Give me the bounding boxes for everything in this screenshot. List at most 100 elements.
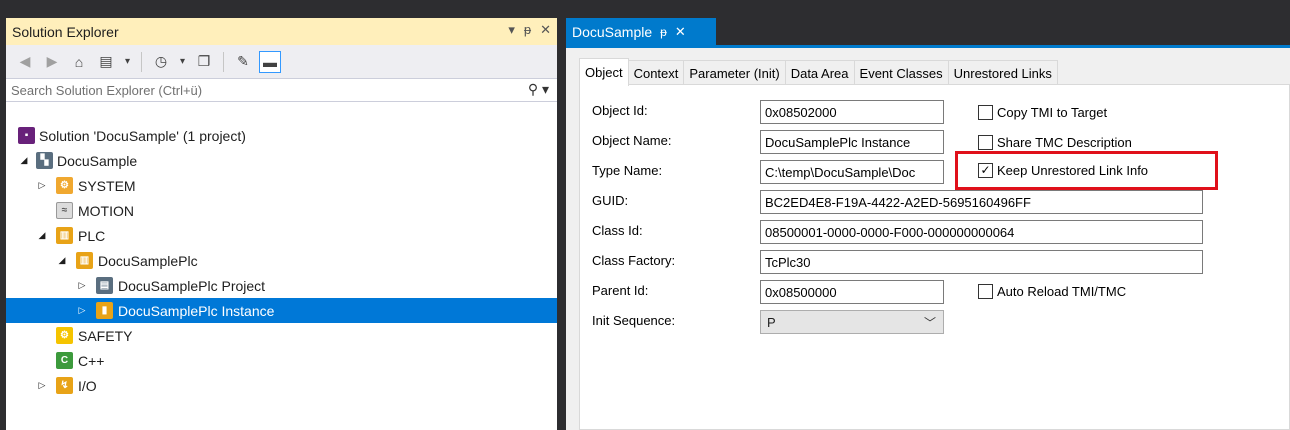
- collapsed-arrow-icon[interactable]: ▷: [76, 280, 88, 291]
- pin-icon[interactable]: ᵽ: [660, 25, 667, 39]
- tree-node-docusampleplc-instance[interactable]: ▷ ▮ DocuSamplePlc Instance: [6, 298, 557, 323]
- tree-node-docusample[interactable]: ◢ ▚ DocuSample: [6, 148, 557, 173]
- solution-explorer-toolbar: ◀ ▶ ⌂ ▤ ▾ ◷ ▾ ❐ ✎ ▬: [6, 45, 557, 78]
- checkbox-box[interactable]: [978, 284, 993, 299]
- object-properties-form: Object Id: 0x08502000 Object Name: DocuS…: [579, 84, 1290, 430]
- class-id-label: Class Id:: [592, 223, 643, 238]
- property-tabs: Object Context Parameter (Init) Data Are…: [579, 58, 1058, 86]
- tree-node-label: SYSTEM: [78, 177, 136, 194]
- toolbar-separator: [223, 51, 224, 72]
- keep-unrestored-label: Keep Unrestored Link Info: [997, 163, 1149, 178]
- guid-label: GUID:: [592, 193, 629, 208]
- search-solution-explorer-input[interactable]: Search Solution Explorer (Ctrl+ü) ⚲ ▾: [6, 78, 557, 102]
- copy-tmi-checkbox[interactable]: Copy TMI to Target: [978, 105, 1107, 120]
- safety-icon: ⚙: [56, 327, 73, 344]
- init-sequence-select[interactable]: P ﹀: [760, 310, 944, 334]
- tree-node-system[interactable]: ▷ ⚙ SYSTEM: [6, 173, 557, 198]
- properties-wrench-icon[interactable]: ✎: [232, 51, 254, 73]
- collapsed-arrow-icon[interactable]: ▷: [36, 380, 48, 391]
- tree-node-motion[interactable]: ≈ MOTION: [6, 198, 557, 223]
- guid-field[interactable]: BC2ED4E8-F19A-4422-A2ED-5695160496FF: [760, 190, 1203, 214]
- plc-subproject-icon: ▤: [96, 277, 113, 294]
- tree-node-safety[interactable]: ⚙ SAFETY: [6, 323, 557, 348]
- copy-tmi-label: Copy TMI to Target: [997, 105, 1108, 120]
- plc-instance-icon: ▮: [96, 302, 113, 319]
- close-icon[interactable]: ✕: [675, 24, 686, 40]
- plc-icon: ▥: [56, 227, 73, 244]
- chevron-down-icon[interactable]: ▾: [122, 51, 133, 73]
- tab-context[interactable]: Context: [627, 60, 685, 85]
- close-icon[interactable]: ✕: [540, 22, 551, 38]
- init-sequence-label: Init Sequence:: [592, 313, 676, 328]
- search-placeholder: Search Solution Explorer (Ctrl+ü): [11, 82, 203, 98]
- tree-node-label: DocuSamplePlc: [98, 252, 198, 269]
- tree-node-solution[interactable]: ▪ Solution 'DocuSample' (1 project): [6, 123, 557, 148]
- document-tab-strip: DocuSample ᵽ ✕: [566, 18, 1290, 45]
- expanded-arrow-icon[interactable]: ◢: [18, 155, 30, 166]
- pin-icon[interactable]: ᵽ: [524, 22, 531, 38]
- document-editor: DocuSample ᵽ ✕ Object Context Parameter …: [566, 18, 1290, 430]
- keep-unrestored-link-info-checkbox[interactable]: ✓ Keep Unrestored Link Info: [978, 163, 1148, 178]
- back-icon[interactable]: ◀: [14, 51, 36, 73]
- tab-unrestored-links[interactable]: Unrestored Links: [947, 60, 1058, 85]
- io-icon: ↯: [56, 377, 73, 394]
- home-icon[interactable]: ⌂: [68, 51, 90, 73]
- object-id-field[interactable]: 0x08502000: [760, 100, 944, 124]
- document-tab-docusample[interactable]: DocuSample ᵽ ✕: [566, 18, 716, 45]
- tree-node-label: Solution 'DocuSample' (1 project): [39, 127, 246, 144]
- solution-tree: ▪ Solution 'DocuSample' (1 project) ◢ ▚ …: [6, 102, 557, 430]
- chevron-down-icon[interactable]: ▾: [177, 51, 188, 73]
- dropdown-arrow-icon[interactable]: ▾: [508, 22, 515, 38]
- pending-changes-icon[interactable]: ◷: [150, 51, 172, 73]
- solution-explorer-title-bar: Solution Explorer ▾ ᵽ ✕: [6, 18, 557, 45]
- tree-node-label: DocuSamplePlc Project: [118, 277, 266, 294]
- motion-icon: ≈: [56, 202, 73, 219]
- tree-node-docusampleplc[interactable]: ◢ ▥ DocuSamplePlc: [6, 248, 557, 273]
- auto-reload-checkbox[interactable]: Auto Reload TMI/TMC: [978, 284, 1126, 299]
- system-gear-icon: ⚙: [56, 177, 73, 194]
- object-name-field[interactable]: DocuSamplePlc Instance: [760, 130, 944, 154]
- object-name-label: Object Name:: [592, 133, 672, 148]
- class-factory-field[interactable]: TcPlc30: [760, 250, 1203, 274]
- class-id-field[interactable]: 08500001-0000-0000-F000-000000000064: [760, 220, 1203, 244]
- parent-id-label: Parent Id:: [592, 283, 649, 298]
- expanded-arrow-icon[interactable]: ◢: [56, 255, 68, 266]
- parent-id-field[interactable]: 0x08500000: [760, 280, 944, 304]
- document-tab-label: DocuSample: [572, 23, 653, 40]
- tree-node-label: DocuSamplePlc Instance: [118, 302, 275, 319]
- tab-object[interactable]: Object: [579, 58, 629, 86]
- tab-event-classes[interactable]: Event Classes: [853, 60, 949, 85]
- share-tmc-checkbox[interactable]: Share TMC Description: [978, 135, 1132, 150]
- tab-parameter-init[interactable]: Parameter (Init): [683, 60, 786, 85]
- tree-node-label: MOTION: [78, 202, 134, 219]
- tree-node-cpp[interactable]: C C++: [6, 348, 557, 373]
- tree-node-io[interactable]: ▷ ↯ I/O: [6, 373, 557, 398]
- expanded-arrow-icon[interactable]: ◢: [36, 230, 48, 241]
- twincat-project-icon: ▚: [36, 152, 53, 169]
- tree-node-docusampleplc-project[interactable]: ▷ ▤ DocuSamplePlc Project: [6, 273, 557, 298]
- tab-data-area[interactable]: Data Area: [784, 60, 855, 85]
- collapse-all-icon[interactable]: ❐: [193, 51, 215, 73]
- tree-node-label: DocuSample: [57, 152, 138, 169]
- switch-views-icon[interactable]: ▤: [95, 51, 117, 73]
- forward-icon[interactable]: ▶: [41, 51, 63, 73]
- type-name-field[interactable]: C:\temp\DocuSample\Doc: [760, 160, 944, 184]
- solution-icon: ▪: [18, 127, 35, 144]
- collapsed-arrow-icon[interactable]: ▷: [36, 180, 48, 191]
- toolbar-separator: [141, 51, 142, 72]
- tree-node-plc[interactable]: ◢ ▥ PLC: [6, 223, 557, 248]
- cpp-icon: C: [56, 352, 73, 369]
- plc-project-icon: ▥: [76, 252, 93, 269]
- tree-node-label: I/O: [78, 377, 97, 394]
- search-icon[interactable]: ⚲ ▾: [528, 81, 549, 98]
- collapsed-arrow-icon[interactable]: ▷: [76, 305, 88, 316]
- properties-pane: Object Context Parameter (Init) Data Are…: [579, 58, 1290, 430]
- share-tmc-label: Share TMC Description: [997, 135, 1132, 150]
- class-factory-label: Class Factory:: [592, 253, 676, 268]
- object-id-label: Object Id:: [592, 103, 648, 118]
- checkbox-box[interactable]: [978, 135, 993, 150]
- preview-selected-icon[interactable]: ▬: [259, 50, 281, 73]
- checkbox-box[interactable]: ✓: [978, 163, 993, 178]
- checkbox-box[interactable]: [978, 105, 993, 120]
- tab-accent-line: [566, 45, 1290, 48]
